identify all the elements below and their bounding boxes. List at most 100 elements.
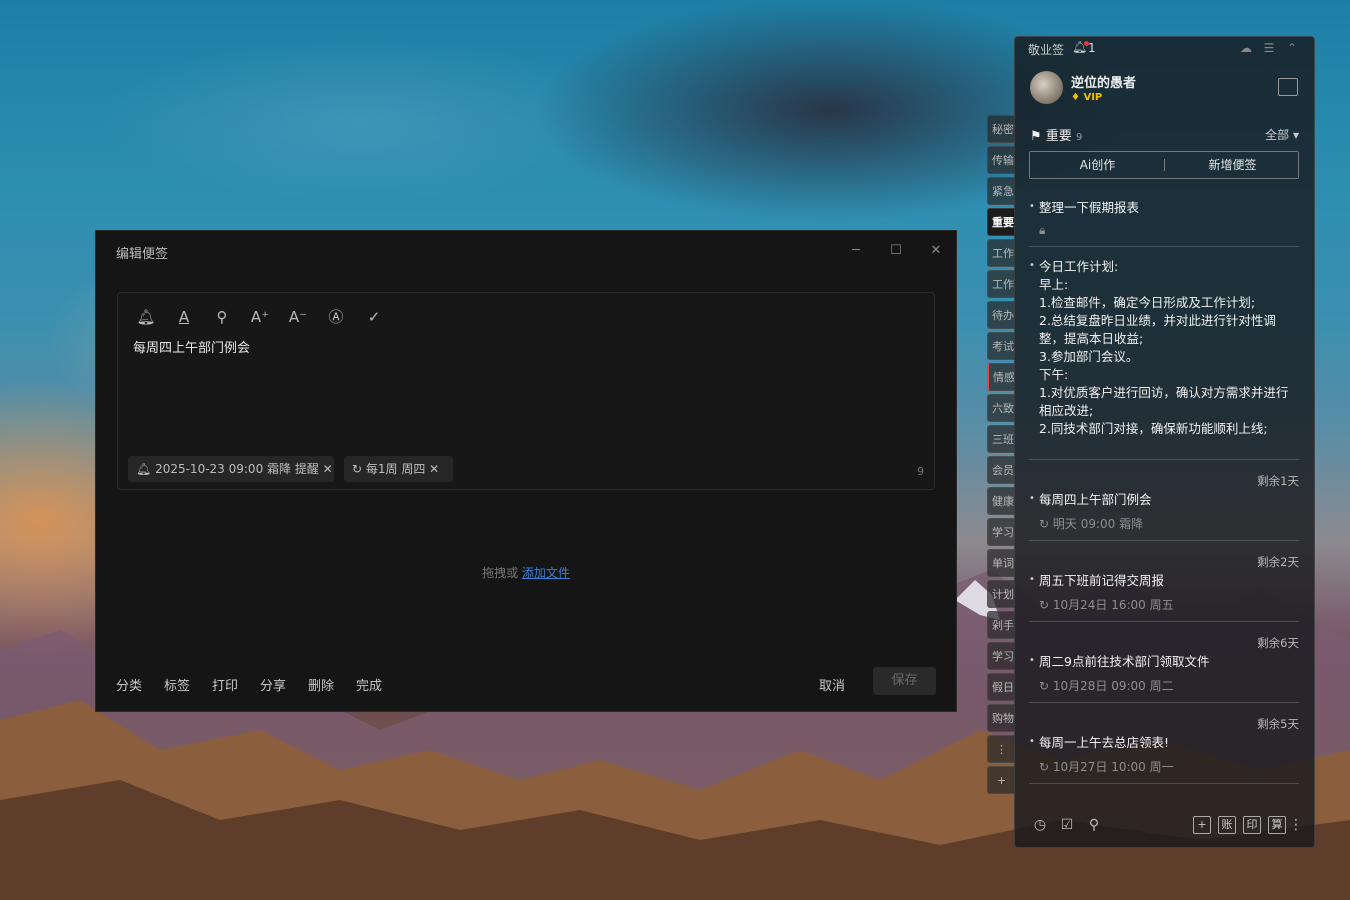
tab-category[interactable]: 健康 xyxy=(987,487,1015,515)
tab-category[interactable]: 秘密 xyxy=(987,115,1015,143)
tab-category[interactable]: 购物 xyxy=(987,704,1015,732)
share-button[interactable]: 分享 xyxy=(260,675,286,694)
note-item[interactable]: 剩余6天 周二9点前往技术部门领取文件 ↻ 10月28日 09:00 周二 xyxy=(1029,633,1299,703)
drop-text: 拖拽或 xyxy=(482,566,519,580)
search-icon[interactable]: ⚲ xyxy=(212,307,232,327)
minimize-icon[interactable]: ─ xyxy=(848,243,864,259)
section-count: 9 xyxy=(1075,132,1083,143)
app-name: 敬业签 xyxy=(1028,43,1065,57)
tab-category[interactable]: 工作 xyxy=(987,270,1015,298)
category-button[interactable]: 分类 xyxy=(116,675,142,694)
maximize-icon[interactable]: ☐ xyxy=(888,243,904,259)
print-button[interactable]: 打印 xyxy=(212,675,238,694)
dialog-title: 编辑便签 xyxy=(116,247,169,262)
tag-button[interactable]: 标签 xyxy=(164,675,190,694)
close-icon[interactable]: ✕ xyxy=(928,243,944,259)
print-icon[interactable]: 印 xyxy=(1243,816,1261,834)
cancel-button[interactable]: 取消 xyxy=(819,675,845,694)
more-icon[interactable]: ⋮ xyxy=(1289,816,1303,834)
note-title: 每周一上午去总店领表! xyxy=(1029,733,1299,752)
note-editor[interactable]: 🔔︎ A ⚲ A⁺ A⁻ Ⓐ ✓ 每周四上午部门例会 🔔︎ 2025-10-23… xyxy=(117,292,935,490)
tab-category[interactable]: 学习 xyxy=(987,518,1015,546)
tab-category[interactable]: 假日 xyxy=(987,673,1015,701)
note-meta: 10月24日 16:00 周五 xyxy=(1052,598,1174,612)
check-icon[interactable]: ✓ xyxy=(364,307,384,327)
repeat-icon: ↻ xyxy=(1039,679,1053,693)
note-item[interactable]: 今日工作计划: 早上: 1.检查邮件，确定今日形成及工作计划; 2.总结复盘昨日… xyxy=(1029,258,1299,460)
tab-category[interactable]: 紧急 xyxy=(987,177,1015,205)
note-body: 早上: 1.检查邮件，确定今日形成及工作计划; 2.总结复盘昨日业绩，并对此进行… xyxy=(1039,277,1289,436)
note-panel: 敬业签 🔔︎ 1 ☁ ☰ ⌃ 逆位的愚者 ♦ VIP ⚑ 重要 9 全部 ▾ A… xyxy=(1014,36,1315,848)
tab-category[interactable]: 三班 xyxy=(987,425,1015,453)
note-meta: 10月27日 10:00 周一 xyxy=(1052,760,1174,774)
section-title: 重要 xyxy=(1045,129,1072,144)
remove-icon[interactable]: ✕ xyxy=(323,462,333,476)
add-file-link[interactable]: 添加文件 xyxy=(522,566,570,580)
reminder-chip[interactable]: 🔔︎ 2025-10-23 09:00 霜降 提醒 ✕ xyxy=(128,456,334,482)
calculator-icon[interactable]: 算 xyxy=(1268,816,1286,834)
tab-category[interactable]: 待办 xyxy=(987,301,1015,329)
note-item[interactable]: 整理一下假期报表 🔒︎ xyxy=(1029,198,1299,247)
cloud-sync-icon[interactable]: ☁ xyxy=(1238,41,1254,55)
days-left: 剩余1天 xyxy=(1257,474,1299,488)
note-meta: 10月28日 09:00 周二 xyxy=(1052,679,1174,693)
more-tabs-icon[interactable]: ⋮ xyxy=(987,735,1015,763)
filter-dropdown[interactable]: 全部 ▾ xyxy=(1265,126,1299,143)
tab-category[interactable]: 情感 xyxy=(987,363,1015,391)
ai-create-button[interactable]: Ai创作 xyxy=(1030,152,1165,178)
tab-category[interactable]: 传输 xyxy=(987,146,1015,174)
file-drop-zone[interactable]: 拖拽或 添加文件 xyxy=(96,564,956,581)
note-content[interactable]: 每周四上午部门例会 xyxy=(133,337,250,356)
tab-category[interactable]: 学习 xyxy=(987,642,1015,670)
tab-category[interactable]: 计划 xyxy=(987,580,1015,608)
remove-icon[interactable]: ✕ xyxy=(429,462,439,476)
account-icon[interactable]: 账 xyxy=(1218,816,1236,834)
tab-category-active[interactable]: 重要 xyxy=(987,208,1015,236)
note-title: 每周四上午部门例会 xyxy=(1029,490,1299,509)
font-increase-icon[interactable]: A⁺ xyxy=(250,307,270,327)
tab-category[interactable]: 工作 xyxy=(987,239,1015,267)
repeat-icon: ↻ xyxy=(1039,517,1053,531)
section-header: ⚑ 重要 9 xyxy=(1030,125,1082,144)
tab-category[interactable]: 剁手 xyxy=(987,611,1015,639)
menu-icon[interactable]: ☰ xyxy=(1261,41,1277,55)
days-left: 剩余5天 xyxy=(1257,717,1299,731)
panel-footer: ◷ ☑ ⚲ + 账 印 算 ⋮ xyxy=(1015,805,1314,847)
clock-icon[interactable]: ◷ xyxy=(1031,816,1049,834)
note-item[interactable]: 剩余5天 每周一上午去总店领表! ↻ 10月27日 10:00 周一 xyxy=(1029,714,1299,784)
note-item[interactable]: 剩余2天 周五下班前记得交周报 ↻ 10月24日 16:00 周五 xyxy=(1029,552,1299,622)
note-title: 周五下班前记得交周报 xyxy=(1029,571,1299,590)
font-color-icon[interactable]: A xyxy=(174,307,194,327)
avatar[interactable] xyxy=(1030,71,1063,104)
save-button[interactable]: 保存 xyxy=(873,667,936,695)
delete-button[interactable]: 删除 xyxy=(308,675,334,694)
ai-format-icon[interactable]: Ⓐ xyxy=(326,307,346,327)
new-note-button[interactable]: 新增便签 xyxy=(1165,152,1300,178)
add-icon[interactable]: + xyxy=(1193,816,1211,834)
note-item[interactable]: 剩余1天 每周四上午部门例会 ↻ 明天 09:00 霜降 xyxy=(1029,471,1299,541)
done-list-icon[interactable]: ☑ xyxy=(1058,816,1076,834)
user-name[interactable]: 逆位的愚者 xyxy=(1071,72,1136,91)
category-tabs: 秘密 传输 紧急 重要 工作 工作 待办 考试 情感 六致 三班 会员 健康 学… xyxy=(987,115,1015,797)
days-left: 剩余6天 xyxy=(1257,636,1299,650)
lock-icon: 🔒︎ xyxy=(1039,223,1046,237)
tab-category[interactable]: 会员 xyxy=(987,456,1015,484)
note-title: 整理一下假期报表 xyxy=(1029,198,1299,217)
add-tab-icon[interactable]: + xyxy=(987,766,1015,794)
note-title: 周二9点前往技术部门领取文件 xyxy=(1029,652,1299,671)
edit-note-dialog: 编辑便签 ─ ☐ ✕ 🔔︎ A ⚲ A⁺ A⁻ Ⓐ ✓ 每周四上午部门例会 🔔︎… xyxy=(95,230,957,712)
tab-category[interactable]: 考试 xyxy=(987,332,1015,360)
tab-category[interactable]: 单词 xyxy=(987,549,1015,577)
vip-badge: ♦ VIP xyxy=(1071,92,1103,103)
tab-category[interactable]: 六致 xyxy=(987,394,1015,422)
repeat-chip[interactable]: ↻ 每1周 周四 ✕ xyxy=(344,456,453,482)
search-icon[interactable]: ⚲ xyxy=(1085,816,1103,834)
calendar-icon[interactable] xyxy=(1278,78,1298,96)
chevron-up-icon[interactable]: ⌃ xyxy=(1284,41,1300,55)
complete-button[interactable]: 完成 xyxy=(356,675,382,694)
days-left: 剩余2天 xyxy=(1257,555,1299,569)
repeat-icon: ↻ xyxy=(1039,760,1053,774)
font-decrease-icon[interactable]: A⁻ xyxy=(288,307,308,327)
note-meta: 明天 09:00 霜降 xyxy=(1052,517,1144,531)
bell-icon[interactable]: 🔔︎ xyxy=(136,307,156,327)
